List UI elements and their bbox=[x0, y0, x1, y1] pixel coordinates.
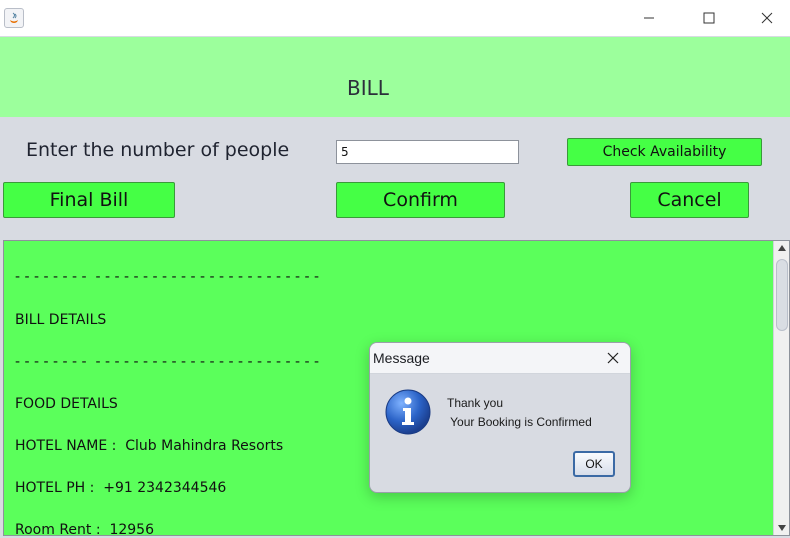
java-app-icon[interactable] bbox=[4, 8, 24, 28]
hotel-name-line: HOTEL NAME : Club Mahindra Resorts bbox=[15, 438, 284, 454]
dialog-message-line1: Thank you bbox=[447, 396, 504, 410]
room-rent-line: Room Rent : 12956 bbox=[15, 522, 154, 536]
info-icon bbox=[385, 389, 431, 435]
message-dialog: Message Thank you Your Booking is Confir… bbox=[369, 342, 631, 493]
dialog-close-icon bbox=[607, 352, 619, 364]
divider-line: - - - - - - - - - - - - - - - - - - - - … bbox=[15, 354, 320, 370]
vertical-scrollbar[interactable] bbox=[773, 241, 789, 535]
hotel-phone-line: HOTEL PH : +91 2342344546 bbox=[15, 480, 227, 496]
minimize-icon bbox=[644, 17, 654, 19]
scroll-up-button[interactable] bbox=[774, 241, 789, 255]
page-title: BILL bbox=[347, 76, 389, 100]
scroll-up-icon bbox=[778, 245, 786, 251]
bill-details-heading: BILL DETAILS bbox=[15, 312, 107, 328]
people-label: Enter the number of people bbox=[26, 139, 290, 161]
minimize-button[interactable] bbox=[620, 0, 678, 36]
people-count-input[interactable] bbox=[336, 140, 519, 164]
maximize-icon bbox=[703, 12, 715, 24]
divider-line: - - - - - - - - - - - - - - - - - - - - … bbox=[15, 269, 320, 285]
ok-button[interactable]: OK bbox=[573, 451, 615, 477]
scroll-thumb[interactable] bbox=[776, 259, 788, 331]
food-details-heading: FOOD DETAILS bbox=[15, 396, 118, 412]
scroll-down-button[interactable] bbox=[774, 521, 789, 535]
header-band: BILL bbox=[0, 37, 790, 117]
close-icon bbox=[761, 12, 773, 24]
title-bar bbox=[0, 0, 790, 36]
dialog-title: Message bbox=[373, 350, 430, 366]
dialog-message-line2: Your Booking is Confirmed bbox=[447, 415, 592, 429]
cancel-button[interactable]: Cancel bbox=[630, 182, 749, 218]
dialog-titlebar: Message bbox=[370, 343, 630, 374]
final-bill-button[interactable]: Final Bill bbox=[3, 182, 175, 218]
maximize-button[interactable] bbox=[680, 0, 738, 36]
check-availability-button[interactable]: Check Availability bbox=[567, 138, 762, 166]
close-button[interactable] bbox=[738, 0, 790, 36]
confirm-button[interactable]: Confirm bbox=[336, 182, 505, 218]
scroll-down-icon bbox=[778, 525, 786, 531]
dialog-close-button[interactable] bbox=[606, 351, 620, 365]
